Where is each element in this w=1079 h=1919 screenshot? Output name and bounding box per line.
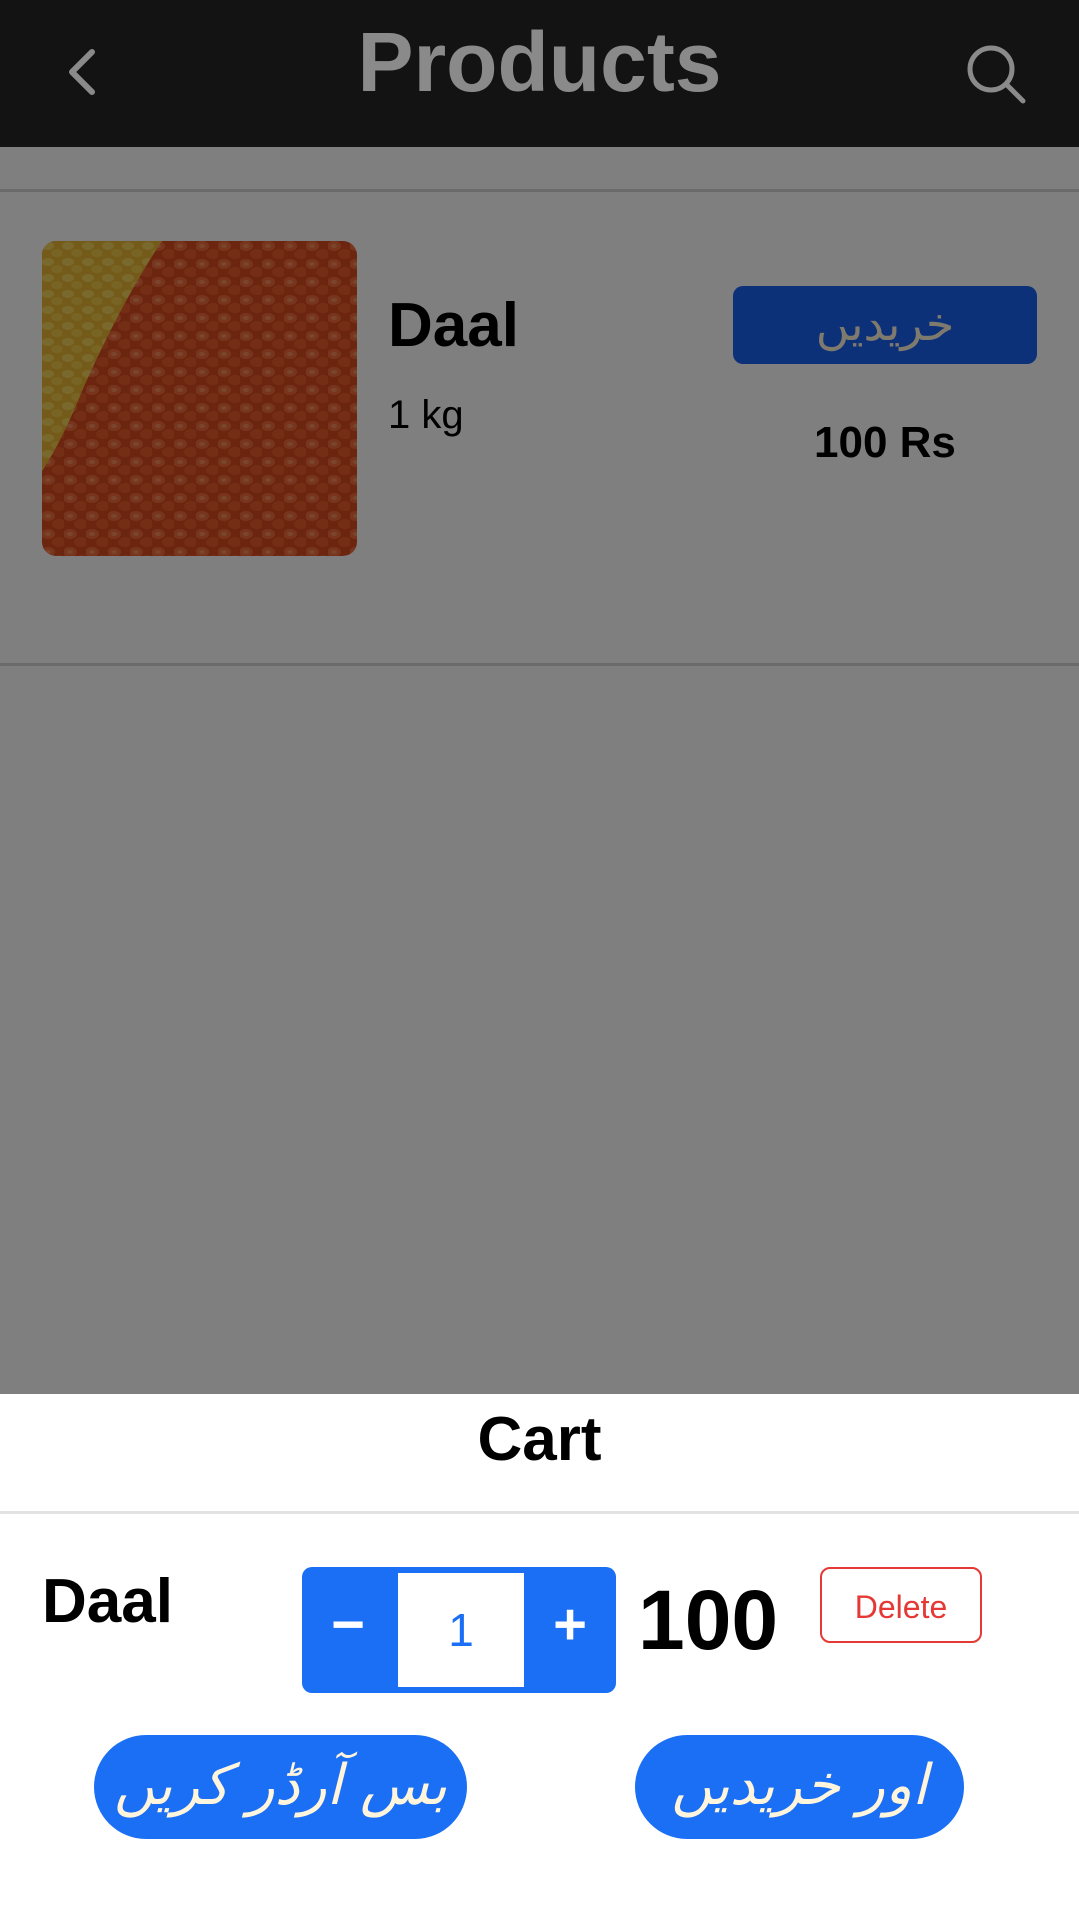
cart-item-price: 100 bbox=[638, 1573, 779, 1667]
quantity-stepper: − 1 + bbox=[302, 1567, 616, 1693]
quantity-input[interactable]: 1 bbox=[398, 1573, 524, 1687]
place-order-button[interactable]: بس آرڈر کریں bbox=[94, 1735, 467, 1839]
cart-title: Cart bbox=[477, 1405, 602, 1474]
search-icon bbox=[967, 45, 1026, 104]
cart-item-name: Daal bbox=[42, 1567, 173, 1636]
cart-sheet: Cart Daal − 1 + 100 Delete بس آرڈر کریں … bbox=[0, 1394, 1079, 1919]
cart-divider bbox=[0, 1511, 1079, 1514]
modal-backdrop[interactable] bbox=[0, 147, 1079, 1394]
app-header: Products bbox=[0, 0, 1079, 147]
increment-button[interactable]: + bbox=[524, 1567, 616, 1693]
buy-more-button[interactable]: اور خریدیں bbox=[635, 1735, 964, 1839]
delete-button[interactable]: Delete bbox=[820, 1567, 982, 1643]
decrement-button[interactable]: − bbox=[302, 1567, 394, 1693]
page-title: Products bbox=[357, 15, 722, 109]
search-button[interactable] bbox=[964, 42, 1028, 106]
